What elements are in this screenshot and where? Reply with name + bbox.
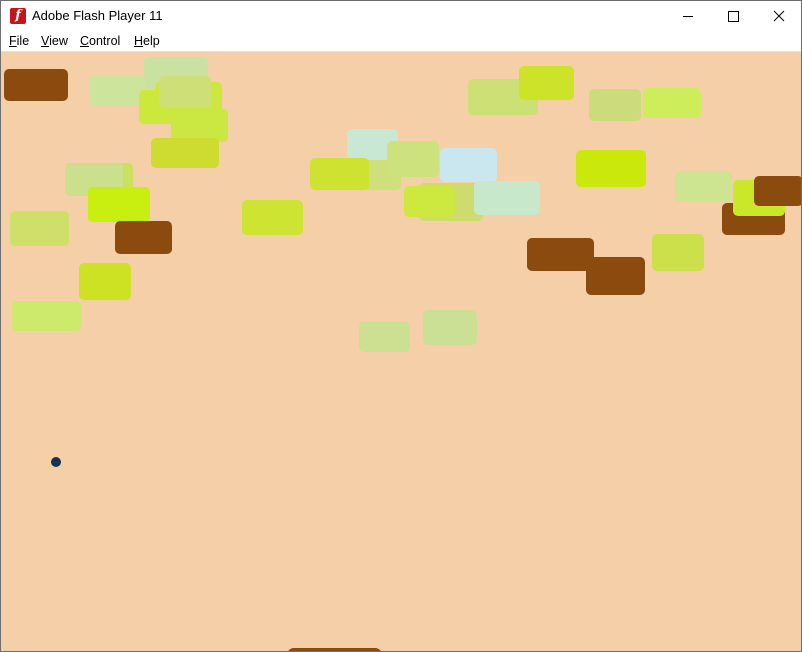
close-icon [773,10,785,22]
maximize-button[interactable] [711,1,757,31]
flash-player-window: f Adobe Flash Player 11 File View Contro… [0,0,802,652]
menu-file-accelerator: F [9,34,17,48]
menu-file-label: ile [16,34,30,48]
menu-bar: File View Control Help [1,31,801,52]
menu-file[interactable]: File [9,34,29,48]
brick [359,322,410,352]
minimize-button[interactable] [665,1,711,31]
brick [310,158,369,190]
brick [589,89,641,121]
brick [242,200,303,235]
brick [675,171,732,202]
ball [51,457,61,467]
menu-view[interactable]: View [41,34,68,48]
brick [519,66,574,100]
brick [88,187,150,222]
brick [652,234,704,271]
brick [643,88,701,118]
menu-view-accelerator: V [41,34,50,48]
paddle[interactable] [287,648,382,651]
brick [12,301,81,331]
brick [115,221,172,254]
brick [754,176,801,206]
title-bar[interactable]: f Adobe Flash Player 11 [1,1,801,31]
menu-help-label: elp [143,34,160,48]
brick [440,148,497,182]
close-button[interactable] [757,1,801,31]
menu-view-label: iew [49,34,68,48]
maximize-icon [728,11,739,22]
minimize-icon [683,16,693,17]
brick [79,263,131,300]
game-stage[interactable] [1,52,801,651]
brick [89,75,145,106]
menu-control-accelerator: C [80,34,90,48]
menu-help-accelerator: H [134,34,144,48]
window-title: Adobe Flash Player 11 [32,8,163,23]
brick [387,141,439,177]
menu-control[interactable]: Control [80,34,120,48]
brick [404,186,455,217]
brick [423,310,477,345]
brick [576,150,646,187]
flash-player-icon: f [10,8,26,24]
brick [159,76,211,108]
brick [527,238,594,271]
brick [586,257,645,295]
brick [474,181,540,215]
menu-control-label: ontrol [89,34,121,48]
brick [4,69,68,101]
brick [151,138,219,168]
menu-help[interactable]: Help [134,34,160,48]
